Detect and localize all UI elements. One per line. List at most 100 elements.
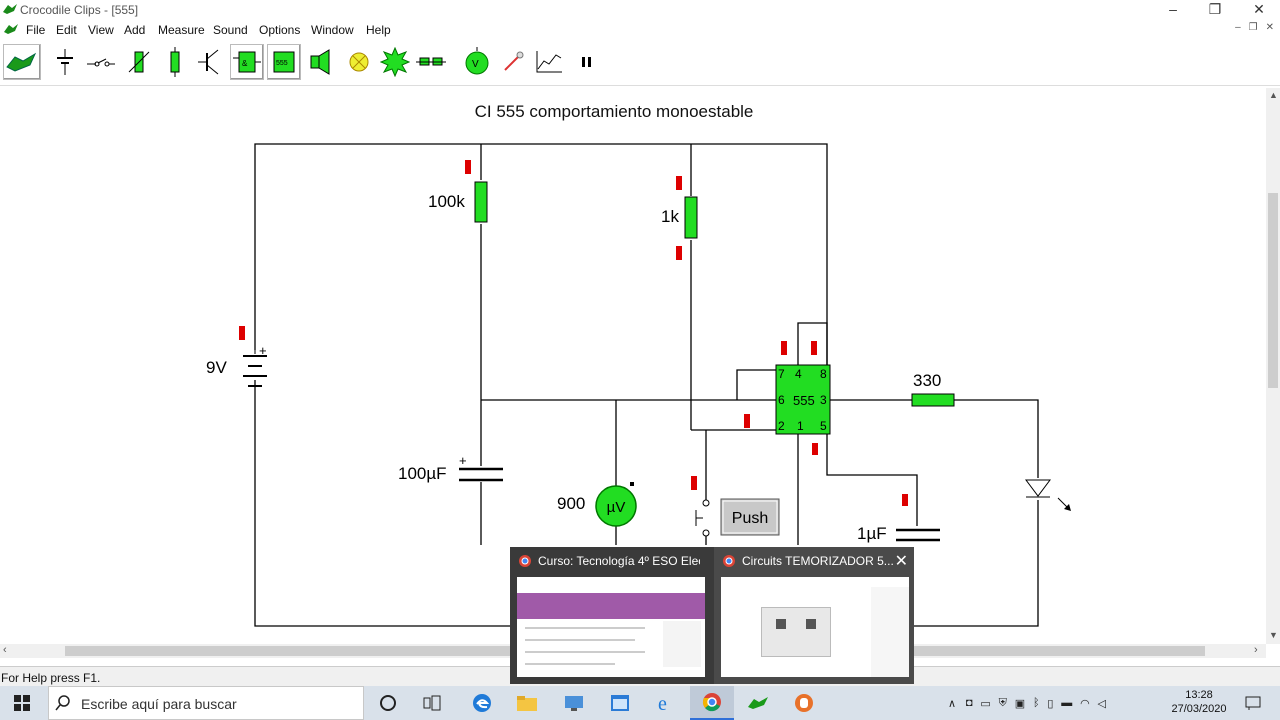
lamp-tool-button[interactable] [342, 44, 376, 80]
ic-555-label: 555 [793, 393, 815, 408]
menu-window[interactable]: Window [311, 23, 354, 37]
chrome-icon [702, 693, 721, 712]
resistor-1k[interactable] [684, 196, 698, 239]
scroll-up-icon[interactable]: ▲ [1269, 90, 1278, 100]
tray-battery-icon[interactable]: ▬ [1061, 697, 1072, 709]
cortana-button[interactable] [366, 686, 410, 720]
switch-tool-button[interactable] [84, 44, 118, 80]
hand-icon [795, 694, 813, 712]
capacitor-1uf[interactable] [896, 528, 940, 542]
scroll-left-icon[interactable]: ‹ [3, 644, 7, 656]
menu-help[interactable]: Help [366, 23, 391, 37]
app3-taskbar-button[interactable] [782, 686, 826, 720]
scroll-right-icon[interactable]: › [1254, 644, 1258, 656]
graph-tool-button[interactable] [532, 44, 566, 80]
preview-close-icon[interactable]: ✕ [895, 551, 908, 571]
battery-tool-button[interactable] [48, 44, 82, 80]
tray-shield-icon[interactable]: ◘ [966, 697, 973, 709]
tray-bluetooth-icon[interactable]: ᛒ [1033, 697, 1040, 709]
marker[interactable] [676, 246, 682, 260]
app2-taskbar-button[interactable] [598, 686, 642, 720]
marker[interactable] [744, 414, 750, 428]
transistor-tool-button[interactable] [192, 44, 226, 80]
marker[interactable] [465, 160, 471, 174]
menu-add[interactable]: Add [124, 23, 145, 37]
taskbar-search[interactable]: Escribe aquí para buscar [48, 686, 364, 720]
internet-explorer-taskbar-button[interactable]: e [644, 686, 688, 720]
pause-icon [582, 57, 591, 67]
menu-edit[interactable]: Edit [56, 23, 77, 37]
marker[interactable] [811, 341, 817, 355]
marker[interactable] [902, 494, 908, 506]
ic-555-tool-button[interactable]: 555 [267, 44, 301, 80]
marker[interactable] [239, 326, 245, 340]
variable-resistor-icon [128, 51, 150, 73]
connector-tool-button[interactable] [414, 44, 448, 80]
probe-tool-button[interactable] [496, 44, 530, 80]
chrome-icon [519, 555, 531, 567]
minimize-button[interactable]: – [1150, 0, 1196, 20]
status-help-text: For Help press F1. [1, 671, 101, 685]
voltmeter-reading: 900 [557, 494, 585, 513]
preview-window-course[interactable]: Curso: Tecnología 4º ESO Electr... [510, 547, 710, 684]
menu-options[interactable]: Options [259, 23, 300, 37]
resistor-330[interactable] [911, 393, 955, 407]
push-switch[interactable] [695, 499, 710, 537]
vertical-scrollbar[interactable]: ▲ ▼ [1266, 88, 1280, 644]
pin-5-label: 5 [820, 419, 827, 433]
notifications-icon[interactable] [1240, 686, 1266, 720]
chrome-taskbar-button[interactable] [690, 686, 734, 720]
close-button[interactable]: ✕ [1236, 0, 1280, 20]
vertical-scroll-thumb[interactable] [1268, 193, 1278, 388]
menu-file[interactable]: File [26, 23, 45, 37]
search-icon [55, 695, 70, 711]
scroll-down-icon[interactable]: ▼ [1269, 630, 1278, 640]
preview-thumbnail [721, 577, 909, 677]
led[interactable] [1025, 479, 1071, 511]
menu-sound[interactable]: Sound [213, 23, 248, 37]
pause-tool-button[interactable] [570, 44, 604, 80]
tray-wifi-icon[interactable]: ◠ [1080, 697, 1090, 710]
tray-usb-icon[interactable]: ▯ [1047, 697, 1053, 710]
marker[interactable] [676, 176, 682, 190]
tray-expand-icon[interactable]: ∧ [944, 686, 960, 720]
crocodile-taskbar-button[interactable] [736, 686, 780, 720]
taskbar-clock[interactable]: 13:28 27/03/2020 [1166, 688, 1232, 716]
mdi-close-icon[interactable]: ✕ [1266, 22, 1274, 33]
tray-volume-icon[interactable]: ◁ [1098, 697, 1106, 710]
voltmeter-tool-button[interactable]: V [460, 44, 494, 80]
marker[interactable] [691, 476, 697, 490]
capacitor-100uf-label: 100µF [398, 464, 447, 483]
tray-security-icon[interactable]: ⛨ [999, 697, 1007, 710]
system-tray-icons[interactable]: ◘ ▭ ⛨ ▣ ᛒ ▯ ▬ ◠ ◁ [962, 686, 1110, 720]
menu-measure[interactable]: Measure [158, 23, 205, 37]
document-icon[interactable] [3, 22, 19, 36]
marker[interactable] [781, 341, 787, 355]
resistor-tool-button[interactable] [158, 44, 192, 80]
logic-gate-tool-button[interactable]: & [230, 44, 264, 80]
file-explorer-taskbar-button[interactable] [505, 686, 549, 720]
restore-button[interactable]: ❐ [1192, 0, 1238, 20]
pointer-tool-button[interactable] [3, 44, 41, 80]
pin-7-label: 7 [778, 367, 785, 381]
mdi-minimize-icon[interactable]: – [1235, 22, 1241, 33]
edge-taskbar-button[interactable] [460, 686, 504, 720]
svg-text:555: 555 [276, 60, 288, 67]
capacitor-100uf[interactable] [459, 467, 503, 482]
mdi-restore-icon[interactable]: ❐ [1249, 22, 1258, 33]
marker[interactable] [812, 443, 818, 455]
buzzer-tool-button[interactable] [378, 44, 412, 80]
start-button[interactable] [0, 686, 44, 720]
battery-plus-label: + [259, 343, 267, 358]
variable-resistor-tool-button[interactable] [122, 44, 156, 80]
preview-title: Circuits TEMORIZADOR 5... [742, 554, 894, 568]
app-taskbar-button[interactable] [552, 686, 596, 720]
menu-view[interactable]: View [88, 23, 114, 37]
preview-window-circuits[interactable]: Circuits TEMORIZADOR 5... ✕ [714, 547, 914, 684]
pin-3-label: 3 [820, 393, 827, 407]
speaker-tool-button[interactable] [304, 44, 338, 80]
task-view-button[interactable] [410, 686, 454, 720]
tray-folder-icon[interactable]: ▭ [980, 697, 990, 710]
resistor-100k[interactable] [474, 181, 488, 223]
tray-app-icon[interactable]: ▣ [1015, 697, 1025, 710]
